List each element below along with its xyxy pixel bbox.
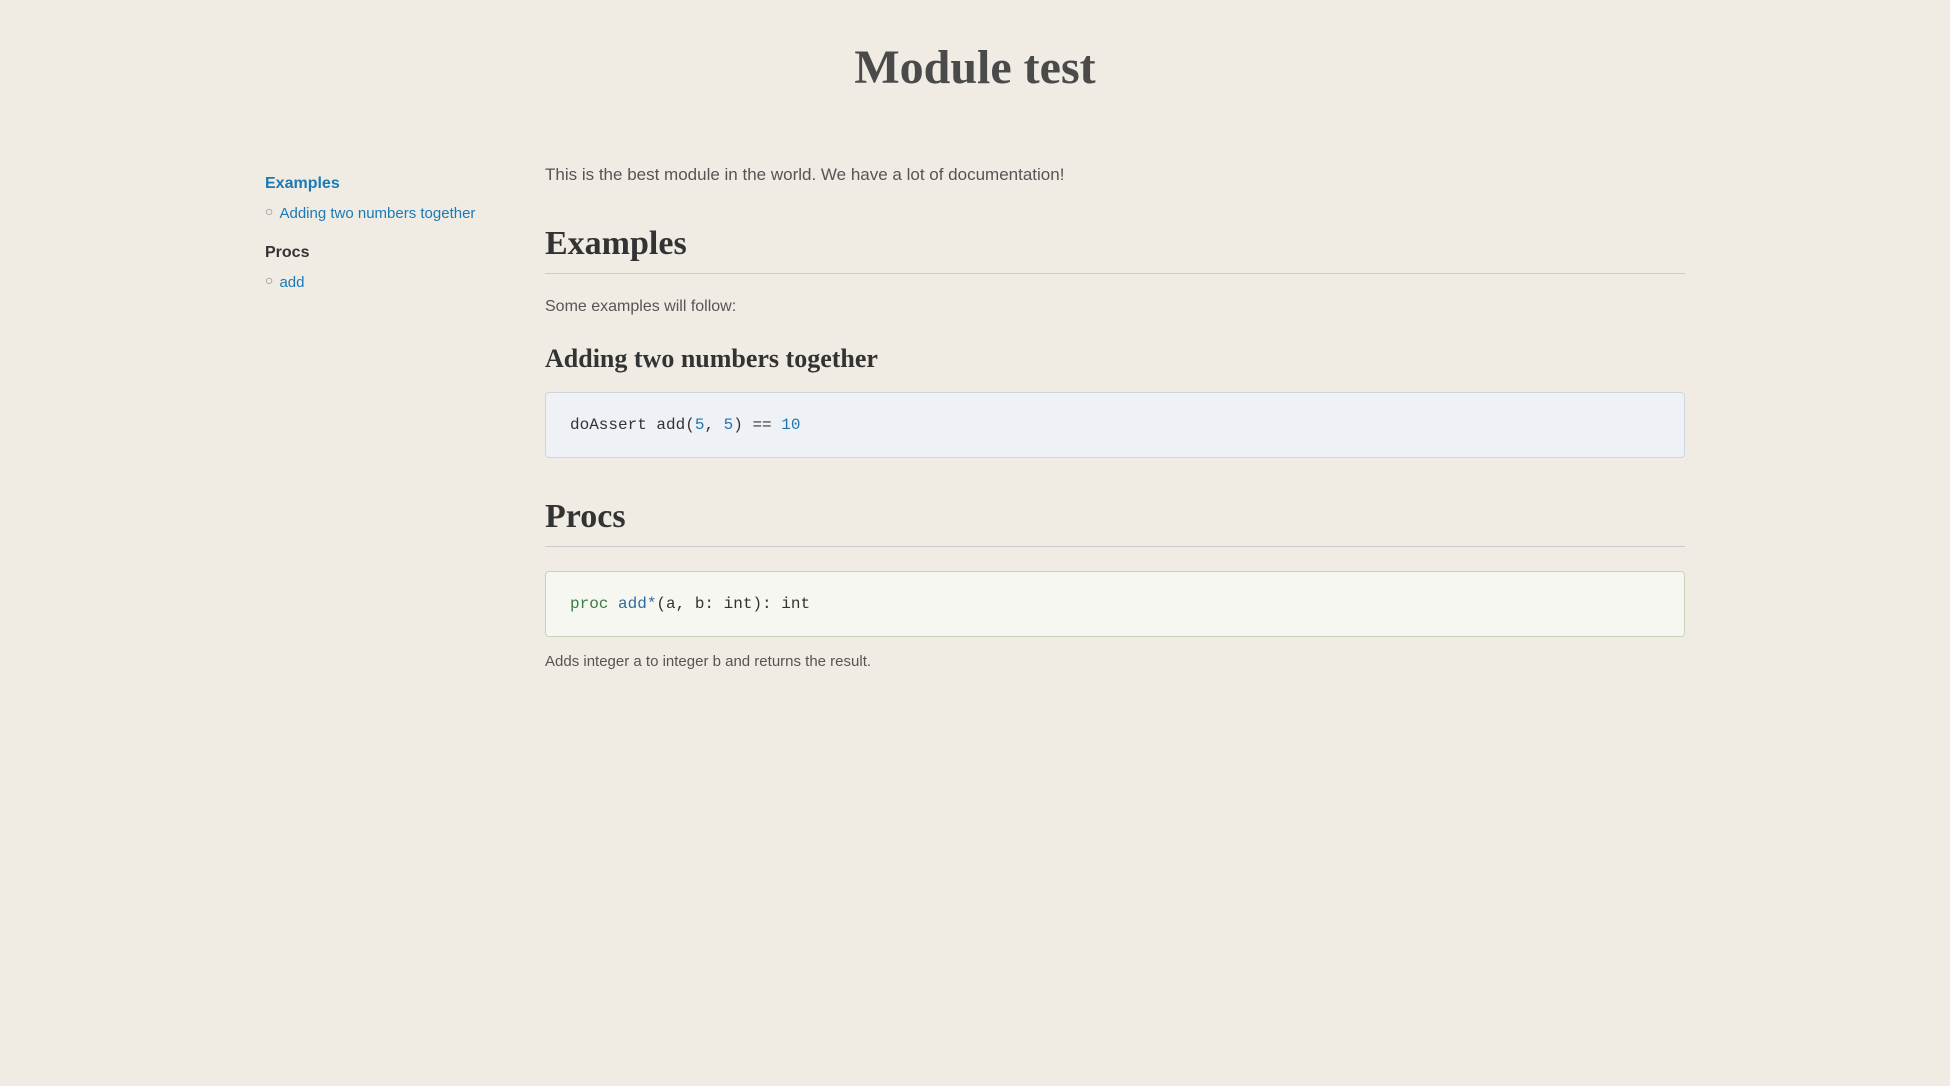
examples-divider bbox=[545, 273, 1685, 274]
sidebar-examples-label: Examples bbox=[265, 175, 485, 193]
page-header: Module test bbox=[0, 0, 1950, 125]
sidebar-procs-label: Procs bbox=[265, 244, 485, 262]
code-doassert: doAssert add( bbox=[570, 416, 695, 434]
sidebar-bullet-icon: ○ bbox=[265, 205, 273, 221]
proc-description: Adds integer a to integer b and returns … bbox=[545, 653, 1685, 670]
procs-section: Procs proc add*(a, b: int): int Adds int… bbox=[545, 498, 1685, 670]
intro-text: This is the best module in the world. We… bbox=[545, 165, 1685, 185]
example-code-block: doAssert add(5, 5) == 10 bbox=[545, 392, 1685, 458]
code-comma: , bbox=[704, 416, 723, 434]
sidebar-add-bullet-icon: ○ bbox=[265, 274, 273, 290]
proc-signature: (a, b: int): int bbox=[656, 595, 810, 613]
sidebar-item-adding-two-numbers[interactable]: ○ Adding two numbers together bbox=[265, 203, 485, 224]
proc-name: add* bbox=[618, 595, 656, 613]
sidebar-item-add[interactable]: ○ add bbox=[265, 272, 485, 293]
code-num1: 5 bbox=[695, 416, 705, 434]
code-num2: 5 bbox=[724, 416, 734, 434]
page-title: Module test bbox=[0, 40, 1950, 95]
sidebar-link-add[interactable]: add bbox=[279, 272, 304, 293]
sidebar: Examples ○ Adding two numbers together P… bbox=[265, 165, 525, 670]
sidebar-link-adding-two-numbers[interactable]: Adding two numbers together bbox=[279, 203, 475, 224]
main-content: This is the best module in the world. We… bbox=[525, 165, 1685, 670]
example-subheading: Adding two numbers together bbox=[545, 344, 1685, 374]
proc-code-block: proc add*(a, b: int): int bbox=[545, 571, 1685, 637]
code-eq: ) == bbox=[733, 416, 781, 434]
procs-heading: Procs bbox=[545, 498, 1685, 536]
examples-description: Some examples will follow: bbox=[545, 298, 1685, 316]
procs-divider bbox=[545, 546, 1685, 547]
examples-heading: Examples bbox=[545, 225, 1685, 263]
code-result: 10 bbox=[781, 416, 800, 434]
sidebar-procs-section: Procs ○ add bbox=[265, 244, 485, 293]
sidebar-examples-section: Examples ○ Adding two numbers together bbox=[265, 175, 485, 224]
proc-keyword: proc bbox=[570, 595, 608, 613]
proc-space bbox=[608, 595, 618, 613]
